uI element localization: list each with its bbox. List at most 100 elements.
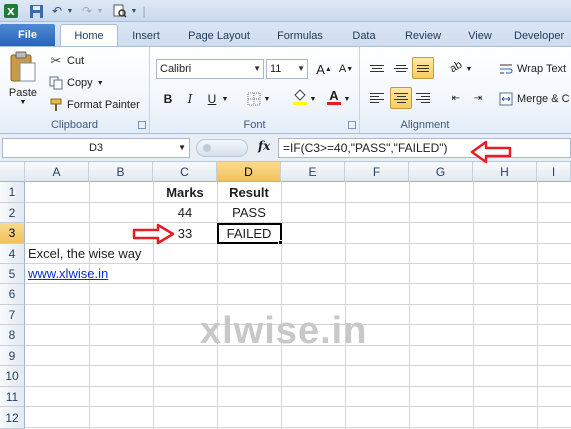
- tab-page-layout[interactable]: Page Layout: [180, 26, 258, 46]
- undo-dropdown-icon[interactable]: ▼: [66, 3, 74, 19]
- tab-data[interactable]: Data: [345, 26, 383, 46]
- gridline: [25, 365, 571, 366]
- tab-formulas[interactable]: Formulas: [270, 26, 330, 46]
- column-header-e[interactable]: E: [281, 162, 345, 182]
- insert-function-button[interactable]: fx: [258, 139, 270, 153]
- cell-c1[interactable]: Marks: [153, 183, 217, 202]
- merge-center-button[interactable]: Merge & C: [498, 91, 570, 107]
- row-header-10[interactable]: 10: [0, 366, 25, 387]
- format-painter-button[interactable]: Format Painter: [48, 97, 140, 113]
- row-header-6[interactable]: 6: [0, 284, 25, 305]
- orientation-dropdown-icon[interactable]: ▼: [464, 59, 474, 79]
- cell-d1[interactable]: Result: [217, 183, 281, 202]
- bold-button[interactable]: B: [158, 89, 178, 109]
- decrease-indent-icon[interactable]: ⇤: [446, 88, 466, 108]
- row-header-12[interactable]: 12: [0, 407, 25, 429]
- font-size-value: 11: [270, 63, 282, 75]
- gridline: [25, 386, 571, 387]
- formula-input[interactable]: =IF(C3>=40,"PASS","FAILED"): [278, 138, 571, 158]
- paste-label: Paste: [8, 87, 38, 99]
- increase-indent-icon[interactable]: ⇥: [468, 88, 488, 108]
- row-header-4[interactable]: 4: [0, 244, 25, 264]
- select-all-corner[interactable]: [0, 162, 25, 182]
- cell-d2[interactable]: PASS: [217, 203, 281, 222]
- fill-handle[interactable]: [278, 240, 283, 245]
- qat-separator: |: [142, 4, 146, 18]
- fill-color-icon[interactable]: [290, 87, 310, 107]
- font-name-combo[interactable]: Calibri ▼: [156, 59, 264, 79]
- font-color-icon[interactable]: A: [324, 87, 344, 107]
- gridline: [25, 427, 571, 428]
- format-painter-icon: [48, 97, 64, 113]
- print-preview-icon[interactable]: [112, 3, 128, 19]
- column-header-b[interactable]: B: [89, 162, 153, 182]
- borders-dropdown-icon[interactable]: ▼: [262, 89, 272, 109]
- tab-insert[interactable]: Insert: [124, 26, 168, 46]
- font-group-label: Font: [243, 119, 266, 131]
- column-header-a[interactable]: A: [25, 162, 89, 182]
- alignment-group-label: Alignment: [400, 119, 450, 131]
- row-header-2[interactable]: 2: [0, 203, 25, 223]
- align-right-icon[interactable]: [412, 87, 434, 109]
- merge-center-icon: [498, 91, 514, 107]
- row-header-5[interactable]: 5: [0, 264, 25, 284]
- paste-icon: [10, 51, 36, 82]
- cell-a5-link[interactable]: www.xlwise.in: [28, 264, 108, 283]
- ribbon: Paste ▼ ✂ Cut Copy ▼ Format Painter Clip…: [0, 46, 571, 134]
- bottom-align-icon[interactable]: [412, 57, 434, 79]
- borders-icon[interactable]: [244, 89, 264, 109]
- name-box[interactable]: D3 ▼: [2, 138, 190, 158]
- column-header-d[interactable]: D: [217, 162, 281, 182]
- format-painter-label: Format Painter: [67, 99, 140, 111]
- wrap-text-button[interactable]: Wrap Text: [498, 61, 566, 77]
- gridline: [25, 283, 571, 284]
- annotation-arrow-formula: [470, 140, 512, 164]
- save-icon[interactable]: [28, 3, 44, 19]
- copy-icon: [48, 75, 64, 91]
- row-header-3[interactable]: 3: [0, 223, 25, 244]
- underline-dropdown-icon[interactable]: ▼: [220, 89, 230, 109]
- grow-font-icon[interactable]: A ▲: [314, 59, 334, 79]
- formula-bar-splitter[interactable]: [196, 139, 248, 157]
- customize-qat-icon[interactable]: ▼: [130, 3, 138, 19]
- gridline: [281, 182, 282, 429]
- fill-color-dropdown-icon[interactable]: ▼: [308, 89, 318, 109]
- cell-a4[interactable]: Excel, the wise way: [28, 244, 141, 263]
- cell-c2[interactable]: 44: [153, 203, 217, 222]
- paste-button[interactable]: Paste ▼: [6, 51, 40, 113]
- tab-review[interactable]: Review: [398, 26, 448, 46]
- align-left-icon[interactable]: [366, 87, 388, 109]
- row-header-7[interactable]: 7: [0, 305, 25, 325]
- row-header-9[interactable]: 9: [0, 346, 25, 366]
- underline-button[interactable]: U: [202, 89, 222, 109]
- clipboard-dialog-launcher[interactable]: [138, 121, 146, 129]
- undo-icon[interactable]: ↶: [50, 3, 64, 19]
- top-align-icon[interactable]: [366, 57, 388, 79]
- row-header-11[interactable]: 11: [0, 387, 25, 407]
- tab-home[interactable]: Home: [60, 24, 118, 46]
- column-header-g[interactable]: G: [409, 162, 473, 182]
- font-size-combo[interactable]: 11 ▼: [266, 59, 308, 79]
- tab-developer[interactable]: Developer: [514, 26, 571, 46]
- worksheet-grid[interactable]: A B C D E F G H I 1 2 3 4 5 6 7 8 9 10 1…: [0, 162, 571, 429]
- name-box-dropdown-icon[interactable]: ▼: [178, 139, 186, 157]
- excel-logo-icon[interactable]: X: [3, 3, 19, 19]
- tab-view[interactable]: View: [460, 26, 500, 46]
- italic-button[interactable]: I: [180, 89, 200, 109]
- column-header-i[interactable]: I: [537, 162, 571, 182]
- middle-align-icon[interactable]: [390, 57, 412, 79]
- column-header-f[interactable]: F: [345, 162, 409, 182]
- redo-icon[interactable]: ↷: [80, 3, 94, 19]
- row-header-1[interactable]: 1: [0, 182, 25, 203]
- column-header-h[interactable]: H: [473, 162, 537, 182]
- shrink-font-icon[interactable]: A ▼: [336, 59, 356, 79]
- tab-file[interactable]: File: [0, 24, 55, 46]
- align-center-icon[interactable]: [390, 87, 412, 109]
- font-color-dropdown-icon[interactable]: ▼: [342, 89, 352, 109]
- font-dialog-launcher[interactable]: [348, 121, 356, 129]
- row-header-8[interactable]: 8: [0, 325, 25, 346]
- copy-button[interactable]: Copy ▼: [48, 75, 104, 91]
- column-header-c[interactable]: C: [153, 162, 217, 182]
- cut-button[interactable]: ✂ Cut: [48, 53, 85, 69]
- redo-dropdown-icon[interactable]: ▼: [96, 3, 104, 19]
